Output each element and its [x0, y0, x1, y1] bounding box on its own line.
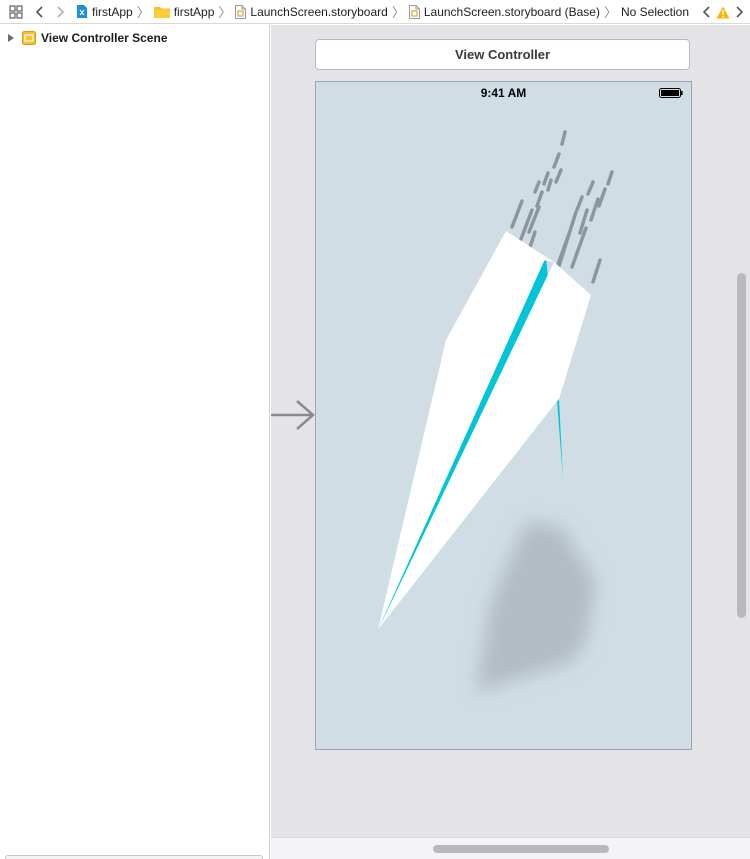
- horizontal-scrollbar[interactable]: [433, 845, 609, 853]
- back-chevron-icon[interactable]: [30, 1, 50, 23]
- storyboard-canvas[interactable]: View Controller 9:41 AM: [271, 25, 750, 859]
- issue-navigator-controls: [700, 0, 746, 24]
- breadcrumb-separator: 〉: [391, 5, 405, 20]
- view-controller-canvas[interactable]: 9:41 AM: [315, 81, 692, 750]
- breadcrumb-separator: 〉: [218, 5, 232, 20]
- breadcrumb-localization-label: LaunchScreen.storyboard (Base): [423, 4, 600, 19]
- breadcrumb-localization[interactable]: LaunchScreen.storyboard (Base): [408, 4, 600, 19]
- horizontal-scrollbar-track: [271, 837, 750, 859]
- next-issue-chevron-icon[interactable]: [732, 1, 746, 23]
- forward-chevron-icon[interactable]: [50, 1, 70, 23]
- outline-filter-bar: [5, 855, 263, 859]
- breadcrumb-selection-label: No Selection: [620, 4, 690, 19]
- breadcrumb-project-label: firstApp: [92, 4, 133, 19]
- storyboard-file-icon: [408, 4, 420, 19]
- breadcrumb-separator: 〉: [136, 5, 150, 20]
- document-outline: View Controller Scene: [0, 25, 270, 859]
- breadcrumb-group-label: firstApp: [173, 4, 215, 19]
- vertical-scrollbar[interactable]: [737, 273, 746, 618]
- folder-icon: [153, 5, 170, 18]
- breadcrumb-file-label: LaunchScreen.storyboard: [250, 4, 388, 19]
- paper-plane-illustration: [378, 130, 614, 692]
- breadcrumb-selection[interactable]: No Selection: [621, 5, 689, 19]
- outline-item-view-controller-scene[interactable]: View Controller Scene: [8, 31, 168, 45]
- scene-title-label: View Controller: [454, 47, 551, 62]
- storyboard-file-icon: [235, 4, 247, 19]
- warning-icon[interactable]: [714, 1, 732, 23]
- breadcrumb-file[interactable]: LaunchScreen.storyboard: [235, 4, 388, 19]
- outline-item-label: View Controller Scene: [41, 31, 168, 45]
- previous-issue-chevron-icon[interactable]: [700, 1, 714, 23]
- scene-dock-title[interactable]: View Controller: [315, 39, 690, 70]
- jump-bar: firstApp 〉 firstApp 〉 LaunchScreen.story…: [0, 0, 750, 24]
- breadcrumb-separator: 〉: [603, 5, 617, 20]
- scene-icon: [22, 31, 36, 45]
- breadcrumb-project[interactable]: firstApp: [76, 4, 133, 19]
- disclosure-triangle-icon[interactable]: [8, 34, 14, 42]
- related-items-grid-icon[interactable]: [6, 1, 26, 23]
- breadcrumb-group[interactable]: firstApp: [153, 4, 215, 19]
- initial-view-controller-arrow-icon[interactable]: [271, 397, 317, 433]
- project-icon: [76, 4, 88, 19]
